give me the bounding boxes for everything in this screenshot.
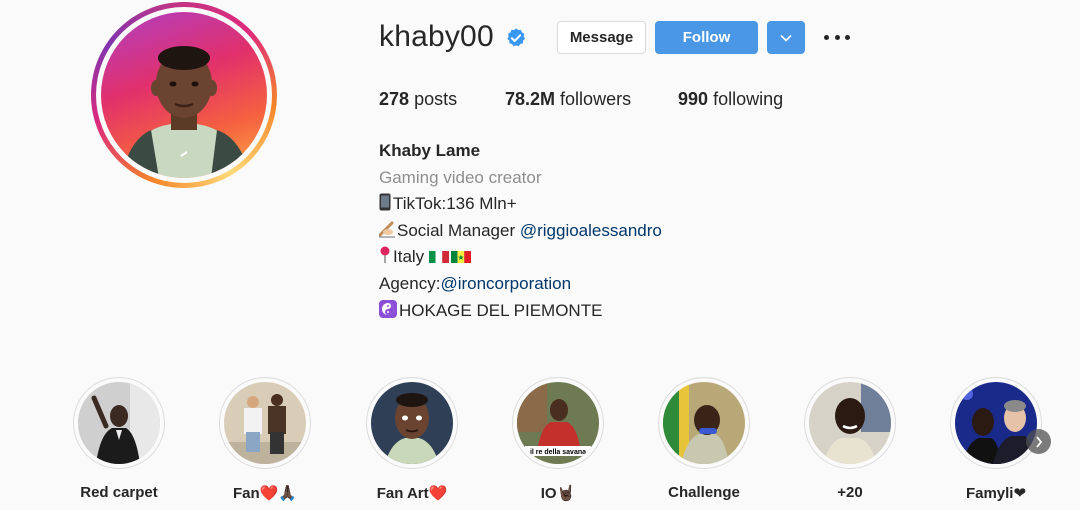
highlight-cover — [78, 382, 160, 464]
highlight-cover — [809, 382, 891, 464]
pin-emoji-icon — [380, 246, 390, 264]
posts-number: 278 — [379, 89, 410, 109]
bio-tiktok-text: TikTok:136 Mln+ — [393, 194, 517, 214]
highlight-cover — [663, 382, 745, 464]
chevron-down-icon — [780, 34, 792, 42]
posts-count: 278 posts — [379, 89, 457, 110]
highlight-ring: il re della savana — [512, 377, 604, 469]
bio-line-tiktok: TikTok:136 Mln+ — [379, 191, 662, 218]
highlight-label: Fan❤️🙏🏿 — [232, 485, 298, 502]
more-dot — [824, 34, 829, 40]
highlight-ring — [73, 377, 165, 469]
highlight-label: IO🤘🏿 — [540, 485, 576, 502]
story-highlight[interactable]: Famyli❤ — [950, 377, 1042, 502]
mention-ironcorporation[interactable]: @ironcorporation — [440, 274, 571, 293]
bio-agency-text: Agency: — [379, 273, 441, 293]
message-button[interactable]: Message — [557, 21, 646, 54]
highlight-ring — [804, 377, 896, 469]
suggested-dropdown-button[interactable] — [767, 21, 805, 54]
posts-label: posts — [414, 89, 458, 109]
avatar-inner — [96, 7, 272, 183]
story-highlight[interactable]: Fan Art❤️ — [366, 377, 458, 502]
senegal-flag-icon — [450, 251, 471, 264]
profile-avatar-ring[interactable] — [91, 2, 277, 188]
more-dot — [845, 34, 850, 40]
following-label: following — [713, 89, 784, 109]
followers-number: 78.2M — [505, 89, 556, 109]
story-highlight[interactable]: Red carpet — [73, 377, 165, 501]
highlight-label: Challenge — [668, 484, 740, 501]
profile-bio: Khaby Lame Gaming video creator TikTok:1… — [379, 138, 662, 324]
highlight-ring — [366, 377, 458, 469]
story-highlight[interactable]: il re della savana IO🤘🏿 — [512, 377, 604, 502]
highlight-cover — [224, 382, 306, 464]
profile-category: Gaming video creator — [379, 167, 542, 187]
bio-line-agency: Agency:@ironcorporation — [379, 271, 662, 298]
highlight-cover — [955, 382, 1037, 464]
follow-button[interactable]: Follow — [655, 21, 758, 54]
chevron-right-icon — [1035, 435, 1042, 448]
bio-line-location: Italy — [379, 244, 662, 271]
bio-location-text: Italy — [393, 247, 425, 267]
story-highlight[interactable]: Challenge — [658, 377, 750, 501]
highlight-ring — [219, 377, 311, 469]
writing-hand-emoji-icon — [379, 221, 395, 238]
verified-badge-icon — [507, 28, 525, 47]
story-highlight[interactable]: +20 — [804, 377, 896, 501]
bio-social-manager-text: Social Manager — [397, 220, 520, 240]
more-dot — [834, 34, 840, 40]
highlight-label: +20 — [837, 484, 863, 501]
highlight-ring — [950, 377, 1042, 469]
highlight-cover: il re della savana — [517, 382, 599, 464]
followers-label: followers — [560, 89, 632, 109]
highlight-cover — [371, 382, 453, 464]
phone-emoji-icon — [379, 193, 391, 211]
avatar-photo — [121, 46, 251, 178]
followers-link[interactable]: 78.2M followers — [505, 89, 631, 110]
yin-yang-emoji-icon — [379, 299, 397, 318]
bio-line-social-manager: Social Manager @riggioalessandro — [379, 218, 662, 245]
profile-avatar — [101, 12, 267, 178]
highlights-next-button[interactable] — [1026, 429, 1051, 454]
more-options-icon[interactable] — [822, 26, 852, 48]
following-link[interactable]: 990 following — [678, 89, 783, 110]
mention-riggioalessandro[interactable]: @riggioalessandro — [520, 221, 662, 240]
highlight-label: Fan Art❤️ — [376, 485, 448, 502]
italy-flag-icon — [428, 251, 449, 264]
highlight-label: Famyli❤ — [965, 485, 1027, 502]
highlight-caption: il re della savana — [530, 449, 586, 456]
profile-full-name: Khaby Lame — [379, 141, 481, 160]
highlight-label: Red carpet — [80, 484, 158, 501]
profile-username: khaby00 — [379, 20, 494, 53]
following-number: 990 — [678, 89, 709, 109]
bio-line-hokage: HOKAGE DEL PIEMONTE — [379, 298, 662, 325]
bio-hokage-text: HOKAGE DEL PIEMONTE — [399, 300, 603, 320]
story-highlight[interactable]: Fan❤️🙏🏿 — [219, 377, 311, 502]
highlight-ring — [658, 377, 750, 469]
